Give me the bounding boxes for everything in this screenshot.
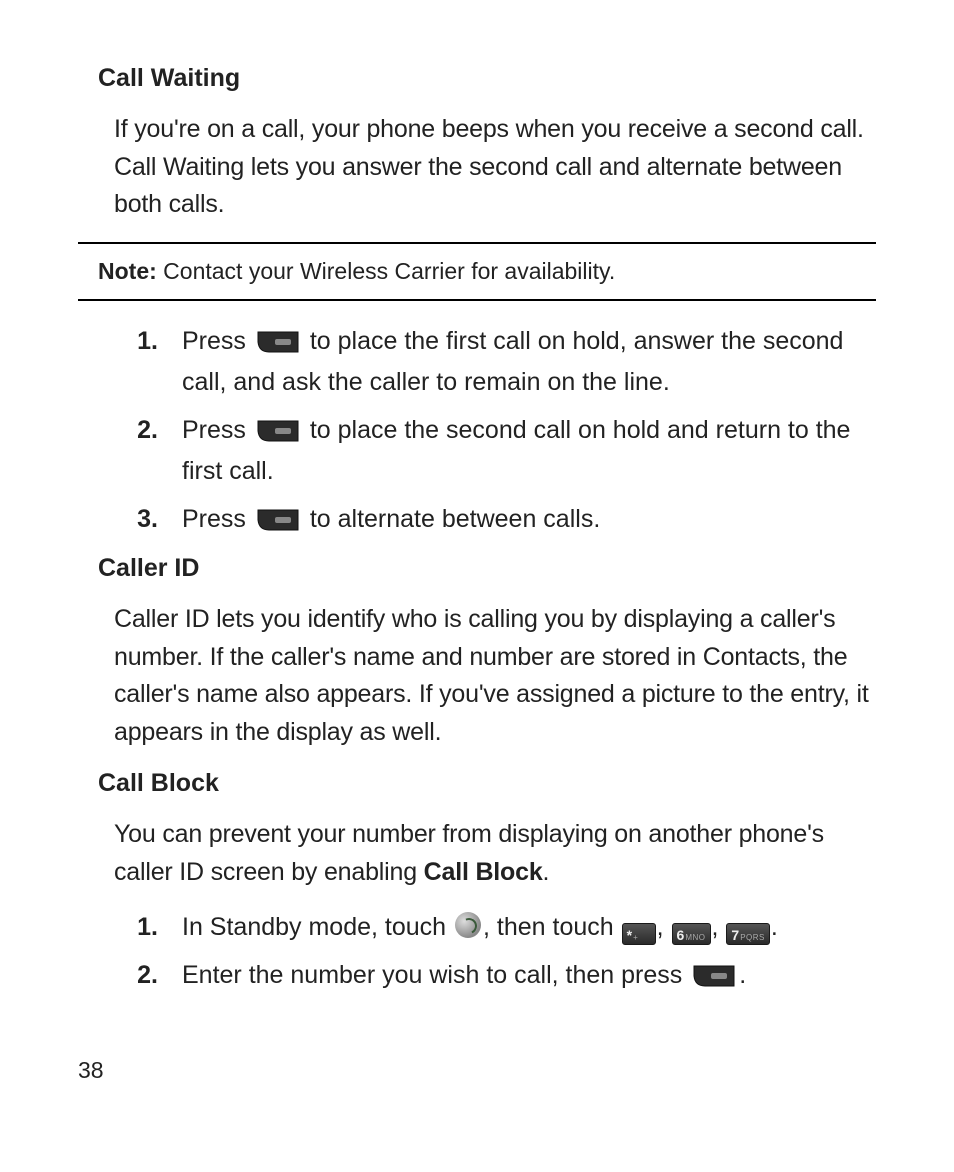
step-body: In Standby mode, touch , then touch *+, … [182, 909, 876, 947]
para-bold: Call Block [424, 858, 543, 886]
dialer-icon [455, 912, 481, 938]
step-item: 3. Press to alternate between calls. [78, 501, 876, 543]
manual-page: Call Waiting If you're on a call, your p… [0, 0, 954, 1172]
steps-call-block: 1. In Standby mode, touch , then touch *… [78, 909, 876, 998]
para-call-waiting: If you're on a call, your phone beeps wh… [114, 111, 876, 224]
note-label: Note: [98, 258, 157, 284]
step-body: Press to place the second call on hold a… [182, 412, 876, 491]
step-text: , [657, 913, 671, 941]
step-text: . [771, 913, 778, 941]
send-key-icon [257, 327, 299, 365]
heading-caller-id: Caller ID [98, 554, 876, 583]
step-number: 1. [78, 909, 182, 947]
step-body: Press to place the first call on hold, a… [182, 323, 876, 402]
note-box: Note: Contact your Wireless Carrier for … [78, 242, 876, 301]
keypad-7-icon: 7PQRS [726, 923, 769, 945]
para-caller-id: Caller ID lets you identify who is calli… [114, 601, 876, 751]
note-text: Contact your Wireless Carrier for availa… [157, 258, 615, 284]
step-item: 2. Enter the number you wish to call, th… [78, 957, 876, 999]
step-text: to alternate between calls. [310, 505, 600, 533]
step-number: 1. [78, 323, 182, 361]
para-text: . [543, 858, 550, 886]
send-key-icon [257, 505, 299, 543]
send-key-icon [257, 416, 299, 454]
step-text: . [739, 961, 746, 989]
step-number: 2. [78, 957, 182, 995]
send-key-icon [693, 961, 735, 999]
step-text: Press [182, 327, 253, 355]
step-text: In Standby mode, touch [182, 913, 453, 941]
heading-call-waiting: Call Waiting [98, 64, 876, 93]
step-text: , then touch [483, 913, 621, 941]
keypad-6-icon: 6MNO [672, 923, 711, 945]
step-number: 2. [78, 412, 182, 450]
step-body: Press to alternate between calls. [182, 501, 876, 543]
step-text: Press [182, 416, 253, 444]
step-item: 1. Press to place the first call on hold… [78, 323, 876, 402]
step-item: 2. Press to place the second call on hol… [78, 412, 876, 491]
step-text: Enter the number you wish to call, then … [182, 961, 689, 989]
heading-call-block: Call Block [98, 769, 876, 798]
para-call-block: You can prevent your number from display… [114, 816, 876, 891]
step-text: , [712, 913, 726, 941]
step-text: Press [182, 505, 253, 533]
steps-call-waiting: 1. Press to place the first call on hold… [78, 323, 876, 543]
step-item: 1. In Standby mode, touch , then touch *… [78, 909, 876, 947]
keypad-star-icon: *+ [622, 923, 656, 945]
page-number: 38 [78, 1057, 104, 1084]
step-body: Enter the number you wish to call, then … [182, 957, 876, 999]
step-number: 3. [78, 501, 182, 539]
